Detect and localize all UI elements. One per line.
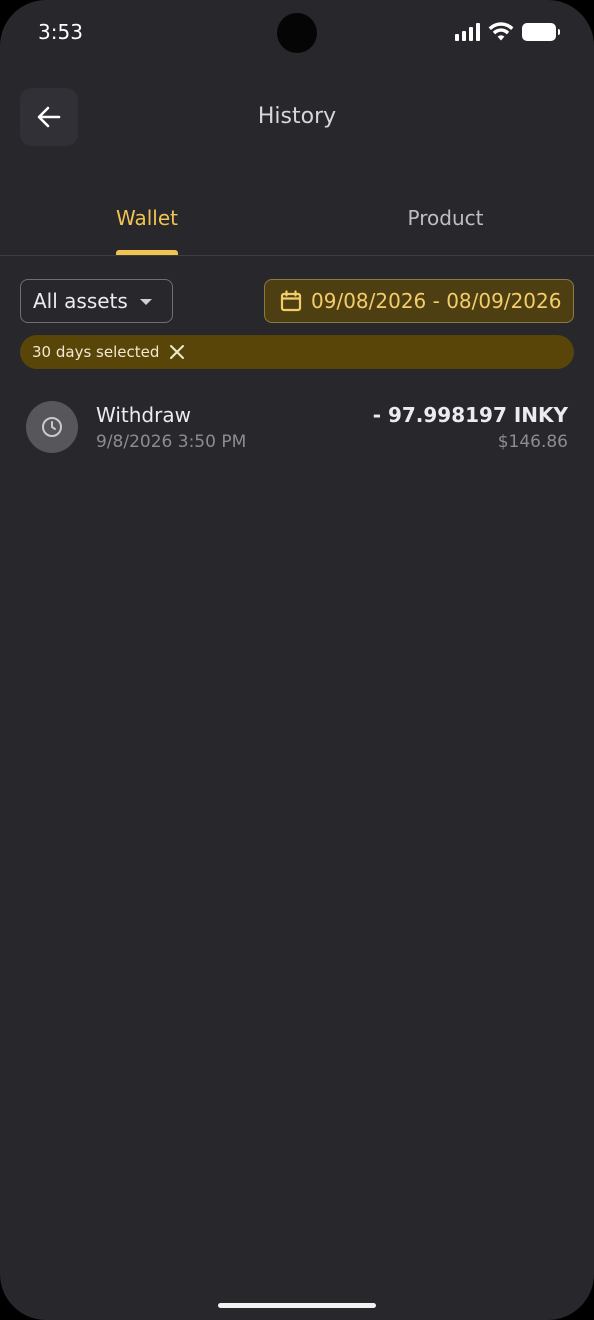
signal-icon: [455, 23, 480, 41]
status-time: 3:53: [38, 20, 83, 44]
tabs-divider: [0, 255, 594, 256]
phone-screen: 3:53 History Wallet Product All assets 0…: [0, 0, 594, 1320]
transaction-amount: - 97.998197 INKY: [372, 403, 568, 427]
days-selected-chip: 30 days selected: [20, 335, 574, 369]
tab-wallet[interactable]: Wallet: [0, 206, 294, 230]
close-icon[interactable]: [169, 344, 185, 360]
camera-cutout: [277, 13, 317, 53]
battery-icon: [522, 23, 560, 41]
date-range-value: 09/08/2026 - 08/09/2026: [311, 289, 562, 313]
clock-icon: [42, 417, 62, 437]
transaction-type: Withdraw: [96, 403, 191, 427]
calendar-icon: [280, 290, 302, 312]
transaction-datetime: 9/8/2026 3:50 PM: [96, 432, 247, 452]
page-title: History: [257, 104, 337, 129]
home-indicator[interactable]: [218, 1303, 376, 1308]
tx-status-badge: [26, 401, 78, 453]
asset-filter-value: All assets: [33, 289, 128, 313]
transaction-fiat-value: $146.86: [497, 432, 568, 452]
wifi-icon: [488, 22, 514, 41]
asset-filter-dropdown[interactable]: All assets: [20, 279, 173, 323]
tab-product[interactable]: Product: [297, 206, 594, 230]
days-selected-label: 30 days selected: [32, 343, 160, 361]
transaction-row[interactable]: Withdraw 9/8/2026 3:50 PM - 97.998197 IN…: [0, 390, 594, 470]
caret-down-icon: [140, 299, 152, 305]
status-icons: [455, 22, 560, 42]
date-range-picker[interactable]: 09/08/2026 - 08/09/2026: [264, 279, 574, 323]
